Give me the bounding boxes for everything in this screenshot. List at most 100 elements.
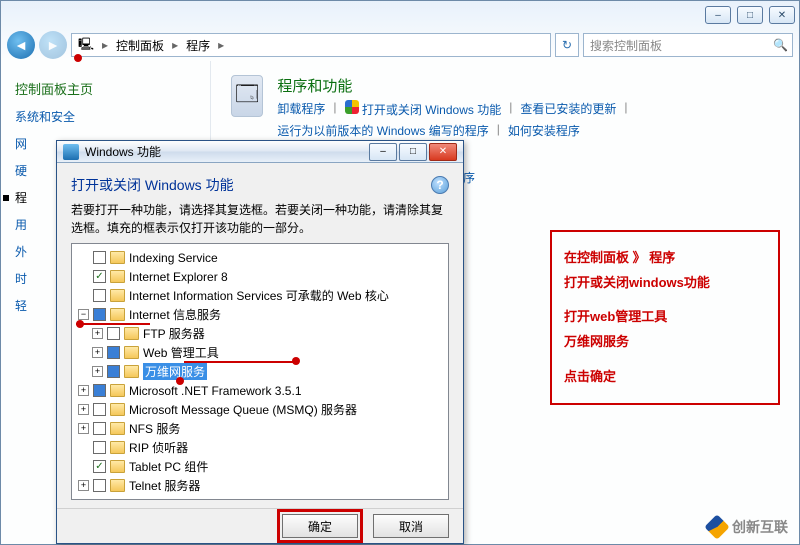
- help-icon[interactable]: ?: [431, 176, 449, 194]
- expand-icon[interactable]: +: [78, 480, 89, 491]
- tree-label: Web 管理工具: [143, 344, 219, 361]
- dialog-buttons: 确定 取消: [57, 508, 463, 543]
- checkbox[interactable]: [93, 460, 106, 473]
- main-close-button[interactable]: ✕: [769, 6, 795, 24]
- help-line: 打开或关闭windows功能: [564, 271, 766, 296]
- tree-node[interactable]: Internet Information Services 可承载的 Web 核…: [74, 286, 446, 305]
- tree-node[interactable]: − Internet 信息服务: [74, 305, 446, 324]
- refresh-button[interactable]: ↻: [555, 33, 579, 57]
- expand-icon[interactable]: +: [92, 328, 103, 339]
- help-line: 点击确定: [564, 365, 766, 390]
- checkbox[interactable]: [93, 403, 106, 416]
- forward-button[interactable]: ►: [39, 31, 67, 59]
- search-icon: 🔍: [773, 38, 788, 52]
- help-line: 打开web管理工具: [564, 305, 766, 330]
- main-max-button[interactable]: □: [737, 6, 763, 24]
- address-bar[interactable]: 🖳 ▸ 控制面板 ▸ 程序 ▸: [71, 33, 551, 57]
- expand-icon[interactable]: +: [78, 404, 89, 415]
- collapse-icon[interactable]: −: [78, 309, 89, 320]
- folder-icon: [110, 270, 125, 283]
- tree-node[interactable]: + FTP 服务器: [74, 324, 446, 343]
- tree-node[interactable]: + 万维网服务: [74, 362, 446, 381]
- tree-node[interactable]: + Microsoft Message Queue (MSMQ) 服务器: [74, 400, 446, 419]
- tree-label: Telnet 服务器: [129, 477, 200, 494]
- tree-label: Internet Explorer 8: [129, 270, 228, 284]
- folder-icon: [110, 251, 125, 264]
- checkbox[interactable]: [107, 346, 120, 359]
- link-uninstall[interactable]: 卸载程序: [277, 100, 325, 118]
- tree-node[interactable]: RIP 侦听器: [74, 438, 446, 457]
- tree-node[interactable]: Internet Explorer 8: [74, 267, 446, 286]
- tree-label: RIP 侦听器: [129, 439, 188, 456]
- dialog-titlebar[interactable]: Windows 功能 – □ ✕: [57, 141, 463, 163]
- nav-bar: ◄ ► 🖳 ▸ 控制面板 ▸ 程序 ▸ ↻ 搜索控制面板 🔍: [1, 29, 799, 61]
- crumb-sep: ▸: [218, 38, 224, 52]
- main-titlebar: – □ ✕: [1, 1, 799, 29]
- ok-button[interactable]: 确定: [282, 514, 358, 538]
- checkbox[interactable]: [107, 365, 120, 378]
- expand-icon[interactable]: +: [78, 385, 89, 396]
- expand-icon[interactable]: +: [78, 423, 89, 434]
- checkbox[interactable]: [93, 479, 106, 492]
- annotation-dot: [74, 54, 82, 62]
- sidebar-home[interactable]: 控制面板主页: [15, 79, 196, 98]
- annotation-line: [184, 361, 296, 363]
- expand-icon[interactable]: +: [92, 347, 103, 358]
- link-toggle-features[interactable]: 打开或关闭 Windows 功能: [345, 100, 502, 118]
- help-line: 万维网服务: [564, 330, 766, 355]
- tree-label: NFS 服务: [129, 420, 180, 437]
- cancel-button[interactable]: 取消: [373, 514, 449, 538]
- checkbox[interactable]: [93, 422, 106, 435]
- tree-node[interactable]: + Telnet 服务器: [74, 476, 446, 495]
- checkbox[interactable]: [93, 289, 106, 302]
- tree-node[interactable]: + NFS 服务: [74, 419, 446, 438]
- tree-label: 万维网服务: [143, 363, 207, 380]
- section-header: 🗔 程序和功能 卸载程序| 打开或关闭 Windows 功能| 查看已安装的更新…: [231, 75, 779, 139]
- tree-label: Internet 信息服务: [129, 306, 221, 323]
- breadcrumb-section[interactable]: 程序: [186, 37, 210, 54]
- main-min-button[interactable]: –: [705, 6, 731, 24]
- checkbox[interactable]: [93, 384, 106, 397]
- tree-label: Microsoft Message Queue (MSMQ) 服务器: [129, 401, 357, 418]
- link-howto[interactable]: 如何安装程序: [508, 122, 580, 139]
- tree-label: FTP 服务器: [143, 325, 205, 342]
- tree-node[interactable]: Indexing Service: [74, 248, 446, 267]
- section-title[interactable]: 程序和功能: [277, 75, 779, 96]
- checkbox[interactable]: [107, 327, 120, 340]
- tree-label: Internet Information Services 可承载的 Web 核…: [129, 287, 389, 304]
- checkbox[interactable]: [93, 441, 106, 454]
- tree-node[interactable]: +Microsoft .NET Framework 3.5.1: [74, 381, 446, 400]
- folder-icon: [124, 327, 139, 340]
- back-button[interactable]: ◄: [7, 31, 35, 59]
- link-legacy[interactable]: 运行为以前版本的 Windows 编写的程序: [277, 122, 488, 139]
- search-input[interactable]: 搜索控制面板 🔍: [583, 33, 793, 57]
- annotation-helpbox: 在控制面板 》 程序 打开或关闭windows功能 打开web管理工具 万维网服…: [550, 230, 780, 405]
- link-label: 打开或关闭 Windows 功能: [362, 103, 501, 117]
- spacer: [78, 461, 89, 472]
- spacer: [78, 252, 89, 263]
- tree-node[interactable]: + Web 管理工具: [74, 343, 446, 362]
- tree-node[interactable]: Tablet PC 组件: [74, 457, 446, 476]
- folder-icon: [110, 308, 125, 321]
- sidebar-label: 程: [15, 191, 27, 205]
- checkbox[interactable]: [93, 308, 106, 321]
- dialog-close-button[interactable]: ✕: [429, 143, 457, 161]
- folder-icon: [110, 460, 125, 473]
- search-placeholder: 搜索控制面板: [590, 37, 662, 54]
- dialog-max-button[interactable]: □: [399, 143, 427, 161]
- dialog-title: Windows 功能: [85, 143, 363, 160]
- dialog-description: 若要打开一种功能，请选择其复选框。若要关闭一种功能，请清除其复选框。填充的框表示…: [71, 201, 449, 237]
- features-tree[interactable]: Indexing Service Internet Explorer 8 Inter…: [71, 243, 449, 500]
- checkbox[interactable]: [93, 270, 106, 283]
- breadcrumb-root[interactable]: 控制面板: [116, 37, 164, 54]
- expand-icon[interactable]: +: [92, 366, 103, 377]
- tree-label: Indexing Service: [129, 251, 218, 265]
- dialog-window-buttons: – □ ✕: [369, 143, 457, 161]
- checkbox[interactable]: [93, 251, 106, 264]
- dialog-heading-row: 打开或关闭 Windows 功能 ?: [71, 175, 449, 195]
- spacer: [78, 271, 89, 282]
- dialog-min-button[interactable]: –: [369, 143, 397, 161]
- spacer: [78, 442, 89, 453]
- sidebar-item[interactable]: 系统和安全: [15, 108, 196, 125]
- link-updates[interactable]: 查看已安装的更新: [520, 100, 616, 118]
